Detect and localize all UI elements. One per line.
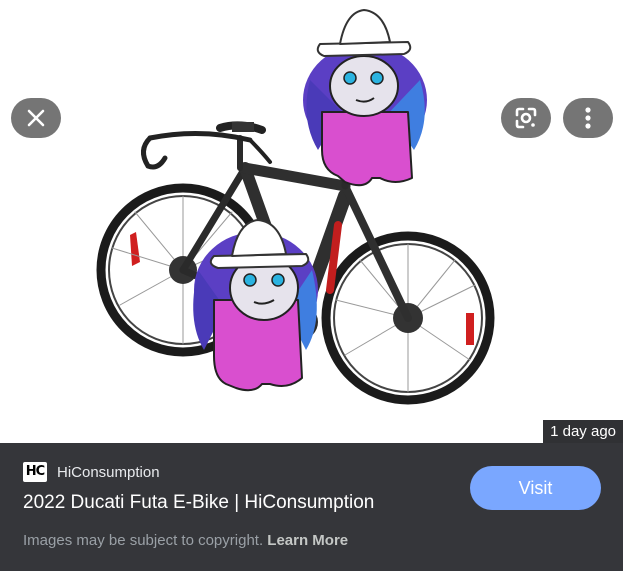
cartoon-character-top (303, 9, 427, 187)
image-viewer: 1 day ago (0, 0, 623, 443)
close-icon (27, 109, 45, 127)
copyright-text: Images may be subject to copyright. (23, 532, 264, 549)
source-row[interactable]: HC HiConsumption (23, 461, 160, 483)
more-vertical-icon (585, 107, 591, 129)
more-options-button[interactable] (563, 98, 613, 138)
result-title[interactable]: 2022 Ducati Futa E-Bike | HiConsumption (23, 491, 374, 515)
cartoon-character-bottom (193, 219, 318, 392)
image-preview[interactable] (0, 0, 623, 443)
copyright-notice: Images may be subject to copyright. Lear… (23, 531, 348, 551)
site-logo-icon: HC (23, 462, 47, 482)
google-lens-button[interactable] (501, 98, 551, 138)
visit-button[interactable]: Visit (470, 466, 601, 510)
close-button[interactable] (11, 98, 61, 138)
source-name: HiConsumption (57, 463, 160, 481)
google-lens-icon (515, 107, 537, 129)
learn-more-link[interactable]: Learn More (267, 532, 348, 549)
time-badge: 1 day ago (543, 420, 623, 443)
